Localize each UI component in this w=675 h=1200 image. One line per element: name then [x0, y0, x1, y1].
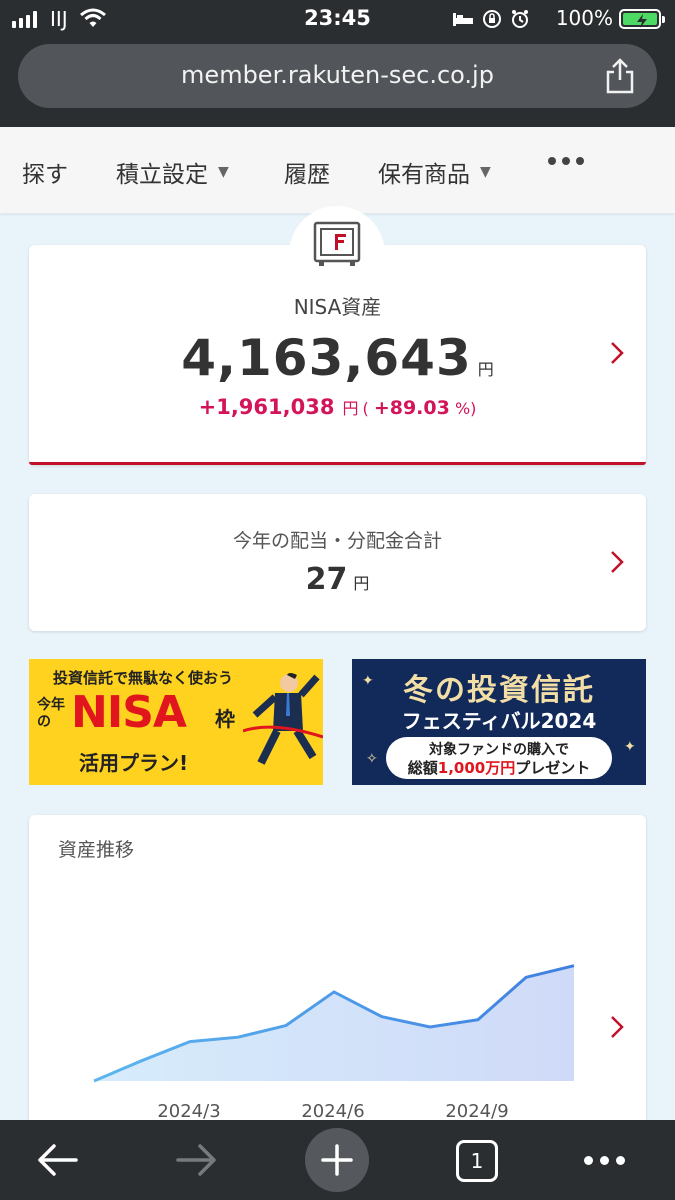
status-bar: IIJ 23:45 100%: [0, 0, 675, 38]
more-options-icon[interactable]: [584, 1156, 625, 1165]
asset-trend-card[interactable]: 資産推移 2024/3 2024/6 2024/9: [29, 815, 646, 1145]
safe-icon: [313, 221, 361, 266]
x-tick-label: 2024/3: [157, 1101, 220, 1122]
x-tick-label: 2024/6: [301, 1101, 364, 1122]
browser-bottom-toolbar: 1: [0, 1120, 675, 1200]
bed-icon: [453, 13, 473, 26]
nisa-gain: +1,961,038 円( +89.03 %): [198, 395, 477, 419]
dividend-label: 今年の配当・分配金合計: [232, 530, 442, 552]
dividend-card[interactable]: 今年の配当・分配金合計 27 円: [29, 494, 646, 631]
dropdown-caret-icon: ▼: [480, 164, 491, 180]
asset-trend-chart: 2024/3 2024/6 2024/9: [93, 964, 575, 1122]
gain-amount: +1,961,038: [198, 395, 335, 419]
banner-festival-title: 冬の投資信託: [403, 673, 595, 708]
banner-nisa: NISA: [71, 687, 187, 738]
dropdown-caret-icon: ▼: [218, 164, 229, 180]
forward-arrow-icon[interactable]: [176, 1142, 218, 1178]
running-businessman-illustration: [243, 673, 323, 765]
chart-area: [94, 965, 574, 1081]
nav-item-holdings[interactable]: 保有商品 ▼: [378, 155, 491, 189]
nisa-total: 4,163,643 円: [29, 329, 646, 387]
site-nav: 探す 積立設定 ▼ 履歴 保有商品 ▼: [0, 127, 675, 213]
plus-icon: [321, 1144, 353, 1176]
banner-waku: 枠: [215, 707, 235, 731]
tab-switcher-button[interactable]: 1: [456, 1140, 498, 1182]
browser-top-bar: IIJ 23:45 100% member.rakuten-sec.co.jp: [0, 0, 675, 127]
nisa-assets-card[interactable]: NISA資産 4,163,643 円 +1,961,038 円( +89.03 %): [29, 245, 646, 465]
nisa-total-value: 4,163,643: [181, 329, 472, 387]
battery-percent: 100%: [555, 6, 613, 30]
nav-item-accumulation-settings[interactable]: 積立設定 ▼: [116, 155, 229, 189]
sparkle-icon: ✧: [366, 751, 378, 767]
dividend-unit: 円: [353, 574, 370, 593]
banner-festival-subtitle: フェスティバル2024: [401, 709, 597, 733]
x-tick-label: 2024/9: [445, 1101, 508, 1122]
address-bar[interactable]: member.rakuten-sec.co.jp: [18, 44, 657, 108]
gain-percent: +89.03: [373, 397, 450, 419]
alarm-icon: [512, 10, 528, 28]
chevron-right-icon: [611, 551, 624, 573]
banner-subline: 活用プラン!: [79, 751, 189, 775]
banner-headline: 投資信託で無駄なく使おう: [53, 669, 234, 687]
banner-prize-pill: 対象ファンドの購入で 総額1,000万円プレゼント: [386, 737, 612, 779]
share-icon[interactable]: [605, 58, 635, 94]
back-arrow-icon[interactable]: [36, 1142, 78, 1178]
battery-icon: [619, 9, 665, 29]
nisa-total-unit: 円: [477, 360, 494, 379]
chevron-right-icon: [611, 342, 624, 364]
nisa-plan-banner[interactable]: 投資信託で無駄なく使おう 今年の NISA 枠 活用プラン!: [29, 659, 323, 785]
gain-unit: 円: [342, 399, 359, 418]
chevron-right-icon: [611, 1016, 624, 1038]
sparkle-icon: ✦: [624, 739, 636, 755]
banner-prize-line2: 総額1,000万円プレゼント: [407, 759, 591, 777]
nav-item-search[interactable]: 探す: [22, 155, 68, 189]
new-tab-button[interactable]: [305, 1128, 369, 1192]
more-menu-icon[interactable]: [548, 157, 584, 165]
dividend-total: 27 円: [29, 562, 646, 597]
url-text: member.rakuten-sec.co.jp: [181, 61, 494, 89]
banner-prefix: 今年の: [37, 697, 65, 730]
orientation-lock-icon: [483, 10, 501, 28]
nav-item-history[interactable]: 履歴: [284, 155, 330, 189]
card-accent-line: [29, 462, 646, 465]
dividend-value: 27: [305, 562, 348, 597]
banner-prize-line1: 対象ファンドの購入で: [429, 742, 569, 758]
winter-festival-banner[interactable]: ✦ ✦ ✧ 冬の投資信託 フェスティバル2024 対象ファンドの購入で 総額1,…: [352, 659, 646, 785]
nisa-title: NISA資産: [293, 295, 382, 319]
